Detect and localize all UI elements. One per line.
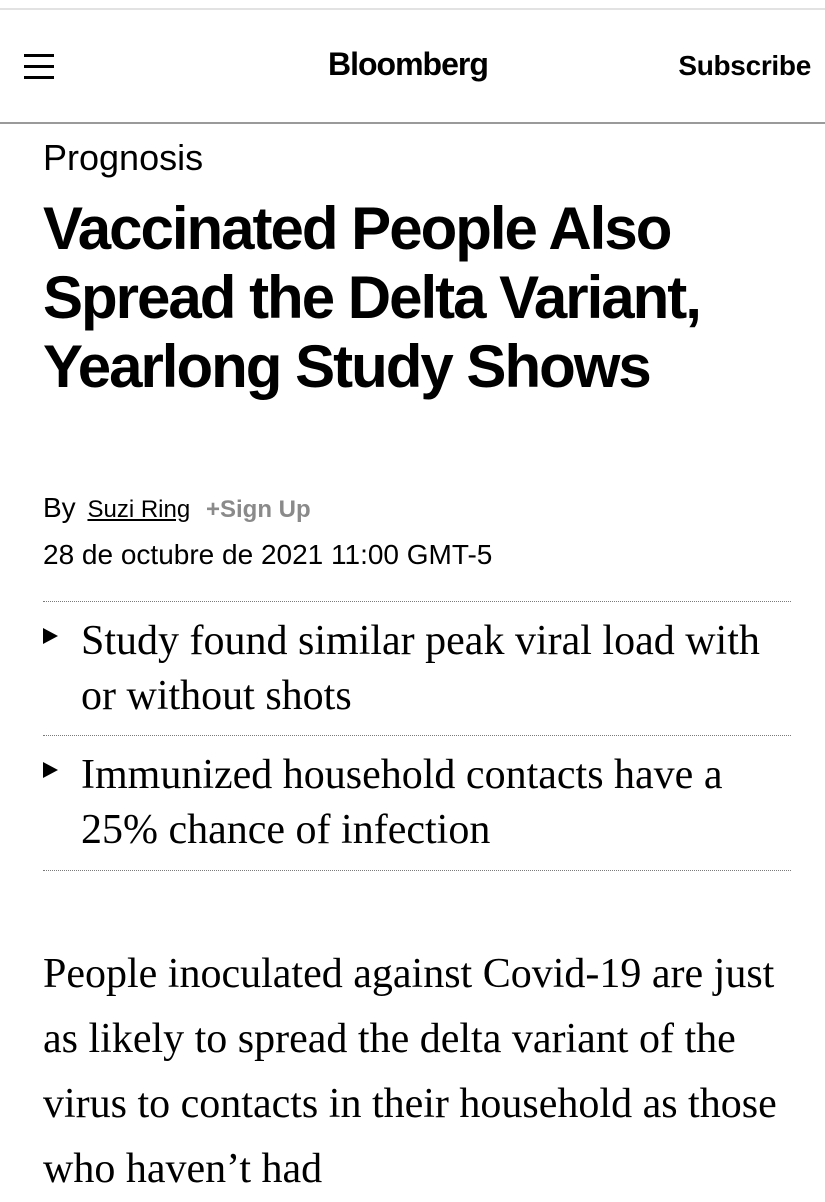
byline: By Suzi Ring +Sign Up xyxy=(43,490,311,528)
subscribe-button[interactable]: Subscribe xyxy=(678,48,811,84)
bullet-divider xyxy=(43,870,791,871)
triangle-right-icon xyxy=(43,762,58,778)
article-body-paragraph: People inoculated against Covid-19 are j… xyxy=(43,951,777,1192)
publish-date: 28 de octubre de 2021 11:00 GMT-5 xyxy=(43,539,493,570)
site-header: Bloomberg Subscribe xyxy=(0,10,825,124)
author-link[interactable]: Suzi Ring xyxy=(87,496,190,523)
hamburger-menu-icon[interactable] xyxy=(24,54,54,80)
summary-bullet-text: Study found similar peak viral load with… xyxy=(81,618,760,719)
author-signup-link[interactable]: +Sign Up xyxy=(206,496,311,523)
bullet-divider xyxy=(43,735,791,736)
bloomberg-logo[interactable]: Bloomberg xyxy=(328,44,489,84)
article-headline: Vaccinated People Also Spread the Delta … xyxy=(43,195,702,400)
summary-bullet-text: Immunized household contacts have a 25% … xyxy=(81,752,723,853)
section-kicker[interactable]: Prognosis xyxy=(43,136,203,180)
bullet-divider xyxy=(43,601,791,602)
byline-by-label: By xyxy=(43,492,76,523)
triangle-right-icon xyxy=(43,628,58,644)
